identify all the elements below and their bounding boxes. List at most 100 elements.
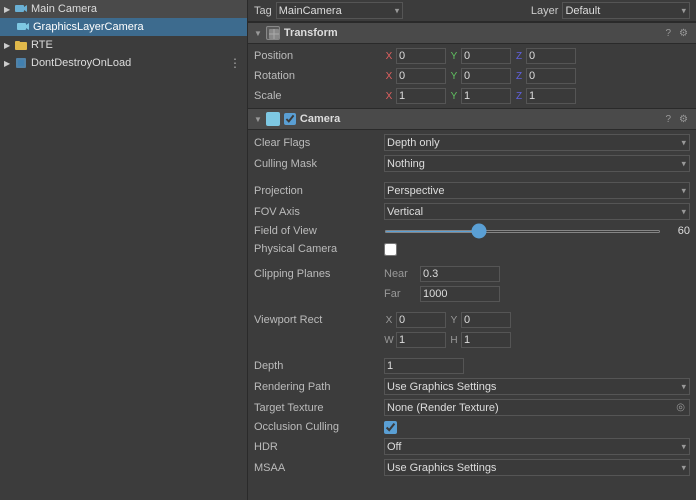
tag-label: Tag (254, 5, 272, 17)
fov-label: Field of View (254, 225, 384, 237)
transform-help-btn[interactable]: ? (663, 28, 673, 39)
hierarchy-item-rte[interactable]: ▶ RTE (0, 36, 247, 54)
position-label: Position (254, 50, 384, 62)
scale-z-field: Z (514, 88, 576, 104)
near-label: Near (384, 268, 414, 280)
hdr-dropdown-wrapper[interactable]: Off (384, 438, 690, 455)
fov-axis-label: FOV Axis (254, 206, 384, 218)
rotation-row: Rotation X Y Z (248, 66, 696, 86)
target-texture-text: None (Render Texture) (387, 402, 674, 414)
position-x-field: X (384, 48, 446, 64)
msaa-dropdown-wrapper[interactable]: Use Graphics Settings (384, 459, 690, 476)
fov-axis-select[interactable]: Vertical (384, 203, 690, 220)
rotation-z-field: Z (514, 68, 576, 84)
clear-flags-dropdown-wrapper[interactable]: Depth only (384, 134, 690, 151)
vp-w-input[interactable] (396, 332, 446, 348)
scale-y-field: Y (449, 88, 511, 104)
camera-settings-btn[interactable]: ⚙ (677, 114, 690, 125)
tag-dropdown-wrapper[interactable]: MainCamera (276, 2, 404, 19)
rendering-path-dropdown-wrapper[interactable]: Use Graphics Settings (384, 378, 690, 395)
hierarchy-item-label: Main Camera (31, 3, 97, 15)
rendering-path-select[interactable]: Use Graphics Settings (384, 378, 690, 395)
target-texture-select-btn[interactable]: ◎ (674, 402, 687, 413)
dont-destroy-icon (14, 56, 28, 70)
field-of-view-row: Field of View 60 (248, 222, 696, 240)
vp-y-input[interactable] (461, 312, 511, 328)
arrow-icon: ▶ (4, 5, 14, 14)
projection-label: Projection (254, 185, 384, 197)
hdr-label: HDR (254, 441, 384, 453)
msaa-row: MSAA Use Graphics Settings (248, 457, 696, 478)
section-arrow-icon: ▼ (254, 115, 262, 124)
vp-x-input[interactable] (396, 312, 446, 328)
position-y-field: Y (449, 48, 511, 64)
vp-x-field: X (384, 312, 446, 328)
culling-mask-row: Culling Mask Nothing (248, 153, 696, 174)
camera-main-icon (14, 2, 28, 16)
fov-value: 60 (665, 225, 690, 237)
msaa-select[interactable]: Use Graphics Settings (384, 459, 690, 476)
culling-mask-label: Culling Mask (254, 158, 384, 170)
scale-y-input[interactable] (461, 88, 511, 104)
tag-select[interactable]: MainCamera (276, 2, 404, 19)
camera-enabled-checkbox[interactable] (284, 113, 296, 125)
projection-select[interactable]: Perspective (384, 182, 690, 199)
layer-label: Layer (531, 5, 559, 17)
rotation-y-input[interactable] (461, 68, 511, 84)
occlusion-culling-checkbox[interactable] (384, 421, 397, 434)
occlusion-culling-row: Occlusion Culling (248, 418, 696, 436)
position-z-input[interactable] (526, 48, 576, 64)
depth-label: Depth (254, 360, 384, 372)
rotation-y-field: Y (449, 68, 511, 84)
hierarchy-item-dont-destroy[interactable]: ▶ DontDestroyOnLoad ⋮ (0, 54, 247, 72)
layer-dropdown-wrapper[interactable]: Default (562, 2, 690, 19)
folder-icon (14, 38, 28, 52)
hierarchy-item-label: DontDestroyOnLoad (31, 57, 131, 69)
clipping-far-row: Far (248, 284, 696, 304)
viewport-rect-row2: W H (248, 330, 696, 350)
rotation-z-input[interactable] (526, 68, 576, 84)
hdr-select[interactable]: Off (384, 438, 690, 455)
depth-row: Depth (248, 356, 696, 376)
far-input[interactable] (420, 286, 500, 302)
position-y-input[interactable] (461, 48, 511, 64)
clipping-near-row: Clipping Planes Near (248, 264, 696, 284)
fov-axis-dropdown-wrapper[interactable]: Vertical (384, 203, 690, 220)
rotation-x-input[interactable] (396, 68, 446, 84)
clipping-planes-label: Clipping Planes (254, 268, 330, 280)
arrow-icon: ▶ (4, 41, 14, 50)
camera-help-btn[interactable]: ? (663, 114, 673, 125)
vp-y-field: Y (449, 312, 511, 328)
scale-row: Scale X Y Z (248, 86, 696, 106)
vp-h-input[interactable] (461, 332, 511, 348)
rotation-label: Rotation (254, 70, 384, 82)
scale-x-input[interactable] (396, 88, 446, 104)
hierarchy-item-main-camera[interactable]: ▶ Main Camera (0, 0, 247, 18)
fov-slider[interactable] (384, 230, 661, 233)
physical-camera-checkbox[interactable] (384, 243, 397, 256)
projection-dropdown-wrapper[interactable]: Perspective (384, 182, 690, 199)
depth-input[interactable] (384, 358, 464, 374)
hierarchy-item-graphics-layer-camera[interactable]: GraphicsLayerCamera (0, 18, 247, 36)
rendering-path-label: Rendering Path (254, 381, 384, 393)
position-z-field: Z (514, 48, 576, 64)
transform-title: Transform (284, 27, 664, 39)
rotation-x-field: X (384, 68, 446, 84)
culling-mask-dropdown-wrapper[interactable]: Nothing (384, 155, 690, 172)
physical-camera-label: Physical Camera (254, 243, 384, 255)
target-texture-label: Target Texture (254, 402, 384, 414)
transform-settings-btn[interactable]: ⚙ (677, 28, 690, 39)
culling-mask-select[interactable]: Nothing (384, 155, 690, 172)
clear-flags-row: Clear Flags Depth only (248, 132, 696, 153)
physical-camera-row: Physical Camera (248, 240, 696, 258)
camera-title: Camera (300, 113, 664, 125)
near-input[interactable] (420, 266, 500, 282)
camera-properties: Clear Flags Depth only Culling Mask Noth… (248, 130, 696, 480)
target-texture-value-box: None (Render Texture) ◎ (384, 399, 690, 416)
rendering-path-row: Rendering Path Use Graphics Settings (248, 376, 696, 397)
context-menu-icon[interactable]: ⋮ (227, 56, 243, 70)
position-x-input[interactable] (396, 48, 446, 64)
layer-select[interactable]: Default (562, 2, 690, 19)
clear-flags-select[interactable]: Depth only (384, 134, 690, 151)
scale-z-input[interactable] (526, 88, 576, 104)
